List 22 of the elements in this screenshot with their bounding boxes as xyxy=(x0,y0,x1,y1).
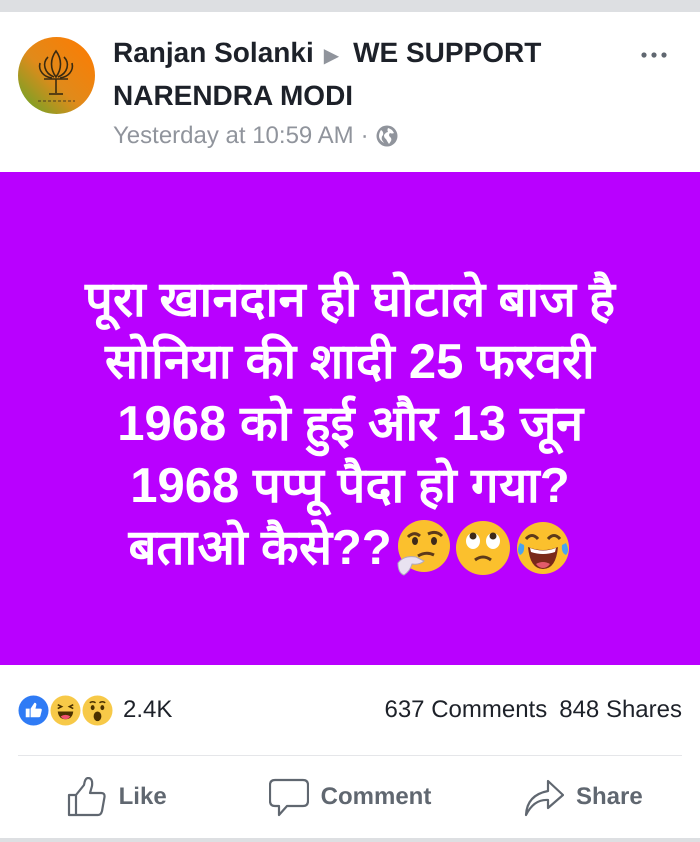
thumbs-up-icon xyxy=(66,777,107,817)
globe-icon xyxy=(376,125,398,147)
separator-dot: · xyxy=(360,122,369,150)
like-reaction-icon xyxy=(18,694,49,726)
comment-button[interactable]: Comment xyxy=(260,771,440,823)
like-button[interactable]: Like xyxy=(58,771,175,823)
comments-count-link[interactable]: 637 Comments xyxy=(384,696,548,724)
post-image-text: बताओ कैसे?? xyxy=(128,518,392,576)
share-arrow-icon xyxy=(524,777,564,817)
profile-avatar[interactable] xyxy=(18,37,95,114)
post-title[interactable]: Ranjan Solanki ▶ WE SUPPORT NARENDRA MODI xyxy=(113,33,593,116)
more-options-icon[interactable] xyxy=(640,51,668,59)
laughing-reaction-icon xyxy=(50,694,81,726)
speech-bubble-icon xyxy=(268,777,309,817)
post-image-text: पूरा खानदान ही घोटाले बाज है xyxy=(84,268,616,330)
post-image-text: सोनिया की शादी 25 फरवरी xyxy=(105,332,595,390)
shares-count-link[interactable]: 848 Shares xyxy=(559,696,682,724)
reaction-count[interactable]: 2.4K xyxy=(123,696,172,724)
post-image-text: 1968 को हुई और 13 जून xyxy=(117,392,583,454)
share-button[interactable]: Share xyxy=(516,771,651,823)
eye-roll-face-icon xyxy=(454,518,512,576)
surprised-reaction-icon xyxy=(82,694,113,726)
